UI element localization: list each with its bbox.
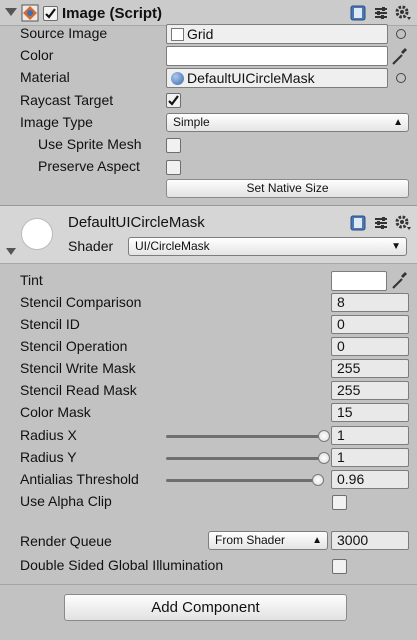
- preserve-aspect-label: Preserve Aspect: [38, 158, 140, 174]
- use-sprite-mesh-label: Use Sprite Mesh: [38, 136, 142, 152]
- object-picker-icon[interactable]: [396, 73, 406, 83]
- radius-y-label: Radius Y: [20, 449, 77, 465]
- render-queue-mode: From Shader: [215, 533, 286, 547]
- image-type-label: Image Type: [20, 114, 93, 130]
- material-foldout-arrow-icon[interactable]: [6, 248, 16, 255]
- use-sprite-mesh-checkbox[interactable]: [166, 138, 181, 153]
- stencil-comparison-label: Stencil Comparison: [20, 294, 142, 310]
- shader-label: Shader: [68, 238, 114, 254]
- material-name: DefaultUICircleMask: [68, 214, 205, 231]
- chevron-down-icon: ▼︎: [391, 241, 401, 252]
- object-picker-icon[interactable]: [396, 29, 406, 39]
- shader-value: UI/CircleMask: [135, 239, 210, 253]
- bottom-divider: [0, 584, 417, 585]
- color-mask-label: Color Mask: [20, 404, 91, 420]
- shader-dropdown[interactable]: UI/CircleMask ▼︎: [128, 237, 407, 256]
- radius-y-field[interactable]: 1: [331, 448, 409, 467]
- presets-sliders-icon[interactable]: [373, 5, 389, 21]
- tint-color-swatch[interactable]: [331, 271, 387, 291]
- raycast-target-checkbox[interactable]: [166, 93, 181, 108]
- stencil-read-mask-label: Stencil Read Mask: [20, 382, 137, 398]
- radius-y-slider[interactable]: [166, 457, 324, 460]
- render-queue-field[interactable]: 3000: [331, 531, 409, 550]
- eyedropper-icon[interactable]: [391, 46, 409, 69]
- set-native-size-button[interactable]: Set Native Size: [166, 179, 409, 198]
- double-sided-gi-checkbox[interactable]: [332, 559, 347, 574]
- image-type-value: Simple: [173, 115, 210, 129]
- stencil-id-field[interactable]: 0: [331, 315, 409, 334]
- preserve-aspect-checkbox[interactable]: [166, 160, 181, 175]
- sprite-icon: [171, 28, 184, 41]
- render-queue-dropdown[interactable]: From Shader ▲︎: [208, 531, 328, 550]
- radius-x-field[interactable]: 1: [331, 426, 409, 445]
- image-type-dropdown[interactable]: Simple ▲︎: [166, 113, 409, 132]
- stencil-operation-label: Stencil Operation: [20, 338, 128, 354]
- antialias-threshold-label: Antialias Threshold: [20, 471, 139, 487]
- use-alpha-clip-label: Use Alpha Clip: [20, 493, 112, 509]
- render-queue-label: Render Queue: [20, 533, 112, 549]
- component-enabled-checkbox[interactable]: [43, 6, 58, 21]
- radius-x-label: Radius X: [20, 427, 77, 443]
- raycast-target-label: Raycast Target: [20, 92, 114, 108]
- eyedropper-icon[interactable]: [391, 270, 409, 293]
- stencil-read-mask-field[interactable]: 255: [331, 381, 409, 400]
- tint-label: Tint: [20, 272, 43, 288]
- add-component-button[interactable]: Add Component: [64, 594, 347, 621]
- foldout-arrow-icon[interactable]: [5, 8, 17, 16]
- radius-x-slider[interactable]: [166, 435, 324, 438]
- material-sphere-icon: [171, 72, 184, 85]
- updown-arrow-icon: ▲︎: [393, 117, 403, 128]
- component-title: Image (Script): [62, 5, 163, 22]
- double-sided-gi-label: Double Sided Global Illumination: [20, 557, 224, 573]
- material-value: DefaultUICircleMask: [187, 70, 315, 86]
- stencil-comparison-field[interactable]: 8: [331, 293, 409, 312]
- antialias-threshold-slider-knob[interactable]: [311, 474, 324, 486]
- source-image-value: Grid: [187, 26, 214, 42]
- presets-sliders-icon[interactable]: [373, 215, 389, 231]
- help-book-icon[interactable]: [350, 5, 366, 21]
- material-preview: [21, 218, 53, 250]
- color-swatch[interactable]: [166, 46, 388, 66]
- stencil-write-mask-label: Stencil Write Mask: [20, 360, 136, 376]
- source-image-field[interactable]: Grid: [166, 24, 388, 44]
- color-mask-field[interactable]: 15: [331, 403, 409, 422]
- stencil-id-label: Stencil ID: [20, 316, 80, 332]
- color-label: Color: [20, 47, 54, 63]
- script-icon: [21, 4, 39, 22]
- material-field[interactable]: DefaultUICircleMask: [166, 68, 388, 88]
- antialias-threshold-slider[interactable]: [166, 479, 324, 482]
- gear-icon[interactable]: [394, 4, 411, 20]
- radius-x-slider-knob[interactable]: [318, 430, 330, 442]
- use-alpha-clip-checkbox[interactable]: [332, 495, 347, 510]
- source-image-label: Source Image: [20, 25, 108, 41]
- antialias-threshold-field[interactable]: 0.96: [331, 470, 409, 489]
- gear-icon[interactable]: [394, 214, 411, 230]
- help-book-icon[interactable]: [350, 215, 366, 231]
- stencil-write-mask-field[interactable]: 255: [331, 359, 409, 378]
- material-label: Material: [20, 69, 70, 85]
- radius-y-slider-knob[interactable]: [318, 452, 330, 464]
- stencil-operation-field[interactable]: 0: [331, 337, 409, 356]
- updown-arrow-icon: ▲︎: [312, 535, 322, 546]
